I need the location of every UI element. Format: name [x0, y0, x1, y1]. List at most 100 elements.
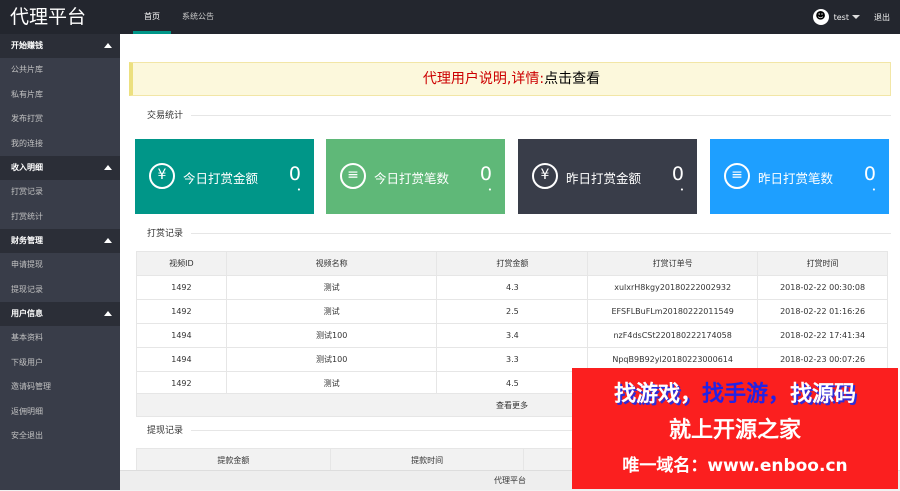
records-legend: 打赏记录 [129, 226, 891, 240]
stat-value: 0 [288, 163, 301, 185]
sidebar-group-earn[interactable]: 开始赚钱 [0, 34, 120, 58]
cell-video-name: 测试100 [225, 323, 438, 348]
sidebar-group-label: 财务管理 [11, 236, 43, 245]
cell-time: 2018-02-22 01:16:26 [757, 299, 888, 324]
sidebar-group-label: 收入明细 [11, 163, 43, 172]
list-circle-icon: ≡ [724, 163, 750, 189]
cell-video-name: 测试 [225, 275, 438, 300]
sidebar-group-income[interactable]: 收入明细 [0, 156, 120, 180]
sidebar-group-label: 用户信息 [11, 309, 43, 318]
stats-legend: 交易统计 [129, 108, 891, 122]
stat-dot: • [679, 186, 684, 194]
stat-card-yesterday-count: ≡ 昨日打赏笔数 0 • [710, 139, 889, 214]
chevron-up-icon [104, 311, 112, 316]
stat-value: 0 [671, 163, 684, 185]
sidebar-item-private-library[interactable]: 私有片库 [0, 83, 120, 108]
chevron-up-icon [104, 165, 112, 170]
stats-legend-label: 交易统计 [129, 111, 192, 121]
stat-card-today-amount: ¥ 今日打赏金额 0 • [135, 139, 314, 214]
ghost-avatar-icon[interactable]: ☻ [812, 9, 829, 25]
table-row: 1492 测试 4.3 xulxrH8kgy20180222002932 2018-02… [136, 275, 888, 300]
sidebar-item-reward-stats[interactable]: 打赏统计 [0, 205, 120, 230]
top-bar: 代理平台 首页 系统公告 ☻ test 退出 [0, 0, 900, 34]
sidebar-item-reward-records[interactable]: 打赏记录 [0, 180, 120, 205]
nav-home[interactable]: 首页 [133, 0, 171, 34]
sidebar-item-commission-details[interactable]: 返佣明细 [0, 400, 120, 425]
chevron-down-icon[interactable] [852, 15, 860, 19]
sidebar-item-sub-users[interactable]: 下级用户 [0, 351, 120, 376]
stat-label: 今日打赏金额 [183, 171, 259, 186]
stat-label: 今日打赏笔数 [374, 171, 450, 186]
sidebar-item-safe-exit[interactable]: 安全退出 [0, 424, 120, 449]
withdraw-legend-label: 提现记录 [129, 426, 192, 436]
column-header: 提款金额 [136, 448, 331, 473]
table-row: 1494 测试100 3.4 nzF4dsCSt220180222174058 2018… [136, 323, 888, 348]
logout-link[interactable]: 退出 [874, 12, 890, 23]
cell-order-no: xulxrH8kgy20180222002932 [587, 275, 759, 300]
sidebar-item-invite-codes[interactable]: 邀请码管理 [0, 375, 120, 400]
notice-banner: 代理用户说明,详情:点击查看 [129, 62, 891, 96]
cell-video-name: 测试 [225, 299, 438, 324]
ad-line-2: 就上开源之家 [668, 418, 801, 443]
column-header: 打赏订单号 [587, 251, 759, 276]
cell-video-id: 1494 [136, 323, 227, 348]
yen-circle-icon: ¥ [149, 163, 175, 189]
ad-text: 找源码 [790, 382, 857, 407]
cell-amount: 4.5 [436, 371, 589, 396]
user-menu: ☻ test 退出 [812, 0, 890, 34]
sidebar: 开始赚钱 公共片库 私有片库 发布打赏 我的连接 收入明细 打赏记录 打赏统计 … [0, 34, 120, 490]
stat-value: 0 [863, 163, 876, 185]
notice-link[interactable]: 点击查看 [544, 71, 600, 87]
stat-label: 昨日打赏金额 [566, 171, 642, 186]
column-header: 打赏金额 [436, 251, 589, 276]
cell-video-id: 1492 [136, 371, 227, 396]
notice-text: 代理用户说明,详情: [422, 71, 545, 87]
sidebar-group-finance[interactable]: 财务管理 [0, 229, 120, 253]
cell-time: 2018-02-22 00:30:08 [757, 275, 888, 300]
app-logo: 代理平台 [10, 6, 87, 28]
table-header-row: 视频ID 视频名称 打赏金额 打赏订单号 打赏时间 [136, 251, 888, 276]
cell-video-id: 1492 [136, 299, 227, 324]
sidebar-item-my-links[interactable]: 我的连接 [0, 132, 120, 157]
cell-amount: 3.4 [436, 323, 589, 348]
cell-video-name: 测试 [225, 371, 438, 396]
ad-line-1: 找游戏，找手游，找源码 [572, 376, 898, 408]
records-legend-label: 打赏记录 [129, 229, 192, 239]
sidebar-group-label: 开始赚钱 [11, 41, 43, 50]
yen-circle-icon: ¥ [532, 163, 558, 189]
username[interactable]: test [834, 13, 849, 22]
stat-card-yesterday-amount: ¥ 昨日打赏金额 0 • [518, 139, 697, 214]
chevron-up-icon [104, 238, 112, 243]
column-header: 提款时间 [329, 448, 525, 473]
sidebar-group-user-info[interactable]: 用户信息 [0, 302, 120, 326]
column-header: 视频名称 [225, 251, 438, 276]
sidebar-item-basic-profile[interactable]: 基本资料 [0, 326, 120, 351]
top-nav: 首页 系统公告 [133, 0, 225, 34]
cell-order-no: nzF4dsCSt220180222174058 [587, 323, 759, 348]
cell-amount: 2.5 [436, 299, 589, 324]
stat-label: 昨日打赏笔数 [758, 171, 834, 186]
cell-video-id: 1492 [136, 275, 227, 300]
chevron-up-icon [104, 43, 112, 48]
cell-amount: 4.3 [436, 275, 589, 300]
watermark-ad-banner[interactable]: 找游戏，找手游，找源码 就上开源之家 唯一域名：www.enboo.cn [572, 368, 898, 489]
sidebar-item-withdraw-records[interactable]: 提现记录 [0, 278, 120, 303]
cell-order-no: EFSFLBuFLm20180222011549 [587, 299, 759, 324]
stat-dot: • [487, 186, 492, 194]
ad-text: 找手游， [701, 382, 790, 407]
cell-video-name: 测试100 [225, 347, 438, 372]
column-header: 视频ID [136, 251, 227, 276]
cell-amount: 3.3 [436, 347, 589, 372]
cell-time: 2018-02-22 17:41:34 [757, 323, 888, 348]
stat-value: 0 [479, 163, 492, 185]
sidebar-item-publish-reward[interactable]: 发布打赏 [0, 107, 120, 132]
ad-line-3: 唯一域名：www.enboo.cn [622, 456, 848, 476]
ad-text: 找游戏， [613, 382, 702, 407]
nav-announcements[interactable]: 系统公告 [171, 0, 225, 34]
column-header: 打赏时间 [757, 251, 888, 276]
sidebar-item-apply-withdraw[interactable]: 申请提现 [0, 253, 120, 278]
stat-dot: • [296, 186, 301, 194]
table-row: 1492 测试 2.5 EFSFLBuFLm20180222011549 2018-02… [136, 299, 888, 324]
stat-dot: • [871, 186, 876, 194]
sidebar-item-public-library[interactable]: 公共片库 [0, 58, 120, 83]
